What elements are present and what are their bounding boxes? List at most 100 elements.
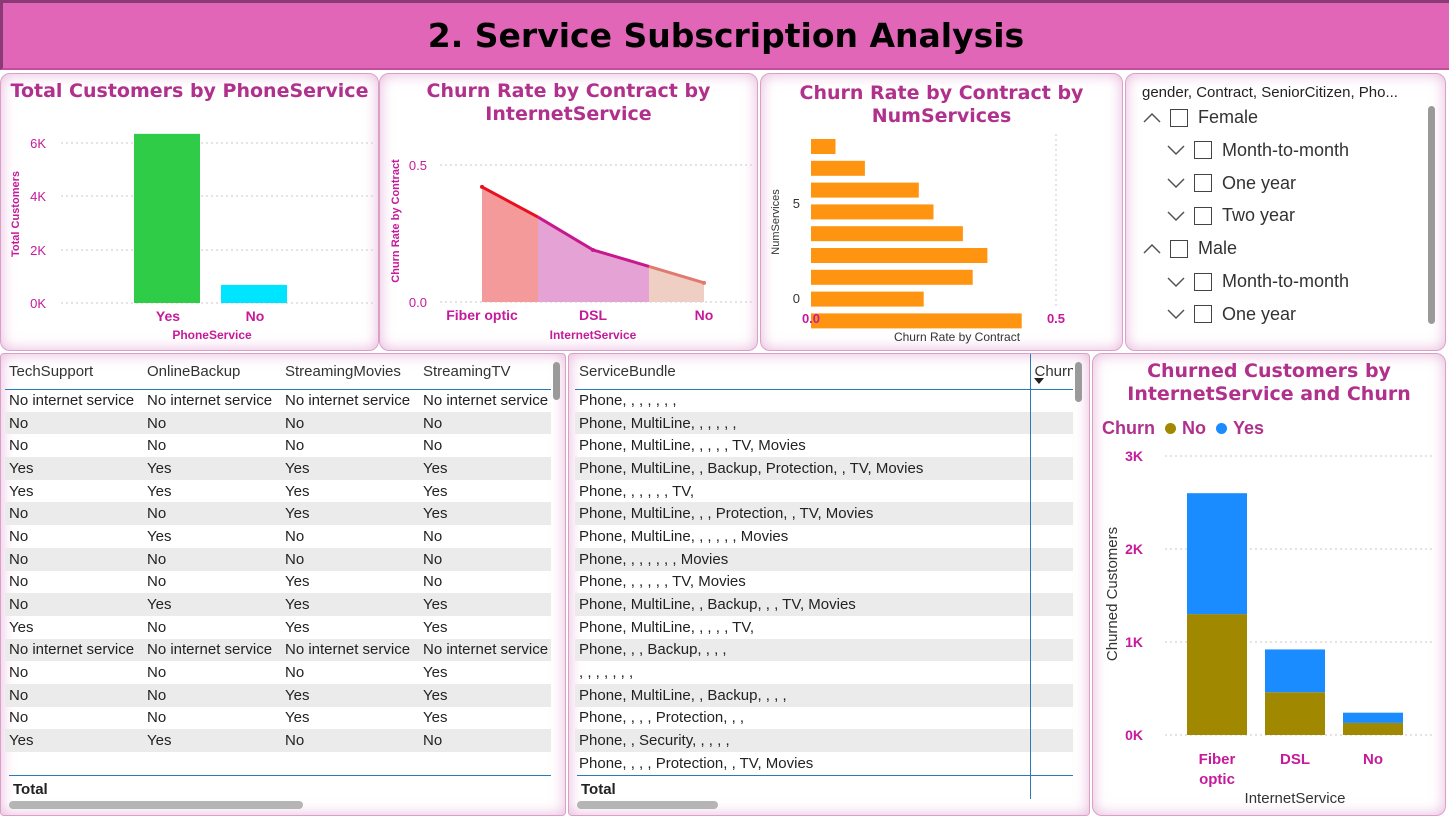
table-row[interactable]: Phone, MultiLine, , Backup, , , , [575, 683, 1073, 707]
stacked-bar-yes[interactable] [1187, 493, 1247, 615]
bundle-table-vscroll[interactable] [1075, 362, 1082, 402]
table-cell: Yes [419, 593, 551, 616]
table-row[interactable]: Phone, , , , , , , Movies [575, 547, 1073, 571]
table-row[interactable]: No Yes No No [5, 525, 551, 548]
table-row[interactable]: No No No Yes [5, 661, 551, 684]
column-header[interactable]: ServiceBundle [575, 354, 1030, 389]
chevron-down-icon[interactable] [1164, 140, 1188, 160]
column-header[interactable]: OnlineBackup [143, 354, 281, 389]
numservices-bar[interactable] [811, 139, 836, 154]
stacked-bar-yes[interactable] [1343, 712, 1403, 723]
table-row[interactable]: No No No No [5, 411, 551, 435]
slicer-item[interactable]: One year [1164, 304, 1296, 325]
column-header[interactable]: StreamingTV [419, 354, 551, 389]
slicer-item[interactable]: One year [1164, 173, 1296, 194]
table-row[interactable]: No No No No [5, 547, 551, 571]
numservices-chart-card[interactable]: Churn Rate by Contract by NumServices 5 … [760, 73, 1123, 351]
table-cell: Yes [5, 457, 143, 480]
table-row[interactable]: No No Yes Yes [5, 502, 551, 526]
table-row[interactable]: Yes No Yes Yes [5, 616, 551, 639]
slicer-item[interactable]: Month-to-month [1164, 140, 1349, 161]
chevron-down-icon[interactable] [1164, 272, 1188, 292]
table-cell: Yes [419, 502, 551, 526]
table-row[interactable]: , , , , , , , [575, 661, 1073, 684]
table-row[interactable]: Yes Yes Yes Yes [5, 480, 551, 503]
support-table-card[interactable]: TechSupport OnlineBackup StreamingMovies… [0, 353, 566, 816]
slicer-checkbox[interactable] [1170, 239, 1188, 258]
column-header[interactable]: StreamingMovies [281, 354, 419, 389]
phone-service-chart-card[interactable]: Total Customers by PhoneService 6K 4K 2K… [0, 73, 379, 351]
table-row[interactable]: Phone, , , , , , TV, [575, 480, 1073, 503]
table-row[interactable]: No internet service No internet service No… [5, 638, 551, 662]
table-row[interactable]: No No Yes No [5, 571, 551, 594]
slicer-checkbox[interactable] [1194, 141, 1212, 160]
chevron-down-icon[interactable] [1164, 173, 1188, 193]
slicer-item[interactable]: Male [1140, 238, 1237, 259]
table-row[interactable]: Yes Yes No No [5, 729, 551, 752]
table-row[interactable]: Phone, , , Backup, , , , [575, 638, 1073, 662]
chevron-up-icon[interactable] [1140, 239, 1164, 259]
column-header[interactable]: Churn [1029, 354, 1073, 389]
slicer-item[interactable]: Female [1140, 107, 1258, 128]
numservices-bar[interactable] [811, 204, 934, 220]
table-cell: No [143, 502, 281, 526]
table-row[interactable]: Phone, , , , Protection, , TV, Movies [575, 752, 1073, 775]
table-row[interactable]: Phone, MultiLine, , , , , , [575, 411, 1073, 435]
bundle-table-hscroll[interactable] [577, 801, 718, 809]
column-header[interactable]: TechSupport [5, 354, 143, 389]
stacked-bar-no[interactable] [1265, 692, 1325, 735]
table-row[interactable]: Phone, MultiLine, , Backup, Protection, … [575, 457, 1073, 480]
table-row[interactable]: No No Yes Yes [5, 683, 551, 707]
slicer-item[interactable]: Month-to-month [1164, 271, 1349, 292]
table-row[interactable]: Phone, MultiLine, , , , , TV, [575, 616, 1073, 639]
slicer-checkbox[interactable] [1194, 206, 1212, 225]
numservices-bar[interactable] [811, 160, 865, 176]
numservices-bar[interactable] [811, 248, 988, 263]
numservices-bar[interactable] [811, 291, 924, 307]
table-row[interactable]: Phone, MultiLine, , , Protection, , TV, … [575, 502, 1073, 526]
slicer-item[interactable]: Two year [1164, 205, 1295, 226]
slicer-checkbox[interactable] [1170, 108, 1188, 127]
churn-cell [1030, 547, 1073, 571]
filter-slicer[interactable]: gender, Contract, SeniorCitizen, Pho... … [1125, 73, 1446, 351]
bundle-table-card[interactable]: ServiceBundle Churn Phone, , , , , , , Ph… [568, 353, 1090, 816]
chevron-down-icon[interactable] [1164, 304, 1188, 324]
table-row[interactable]: Phone, , Security, , , , , [575, 729, 1073, 752]
data-point[interactable] [591, 247, 595, 252]
table-row[interactable]: No Yes Yes Yes [5, 593, 551, 616]
table-row[interactable]: Phone, , , , Protection, , , [575, 707, 1073, 730]
numservices-bar[interactable] [811, 269, 973, 285]
slicer-checkbox[interactable] [1194, 174, 1212, 193]
table-row[interactable]: Phone, MultiLine, , Backup, , , TV, Movi… [575, 593, 1073, 616]
internet-churn-chart-card[interactable]: Churn Rate by Contract by InternetServic… [379, 73, 758, 351]
numservices-bar[interactable] [811, 313, 1022, 329]
table-row[interactable]: Phone, , , , , , TV, Movies [575, 571, 1073, 594]
numservices-bar[interactable] [811, 226, 963, 242]
slicer-checkbox[interactable] [1194, 272, 1212, 291]
data-point[interactable] [480, 184, 484, 189]
slicer-scrollbar[interactable] [1428, 106, 1435, 324]
data-point[interactable] [702, 280, 706, 285]
numservices-bar[interactable] [811, 182, 919, 198]
phone-bar-yes[interactable] [134, 133, 200, 303]
slicer-checkbox[interactable] [1194, 305, 1212, 324]
chevron-down-icon[interactable] [1164, 206, 1188, 226]
support-table-hscroll[interactable] [9, 801, 303, 809]
chevron-up-icon[interactable] [1140, 108, 1164, 128]
table-row[interactable]: Yes Yes Yes Yes [5, 457, 551, 480]
stacked-bar-no[interactable] [1343, 722, 1403, 735]
churned-customers-chart-card[interactable]: Churned Customers by InternetService and… [1092, 353, 1446, 816]
table-row[interactable]: No No No No [5, 434, 551, 457]
support-table-vscroll[interactable] [553, 362, 560, 400]
table-row[interactable]: No internet service No internet service No… [5, 389, 551, 412]
phone-bar-no[interactable] [221, 284, 287, 303]
table-row[interactable]: Phone, , , , , , , [575, 389, 1073, 412]
sort-desc-icon[interactable] [1033, 378, 1044, 384]
table-row[interactable]: Phone, MultiLine, , , , , TV, Movies [575, 434, 1073, 457]
stacked-bar-no[interactable] [1187, 614, 1247, 735]
stacked-bar-yes[interactable] [1265, 649, 1325, 693]
churn-cell [1030, 752, 1073, 775]
table-row[interactable]: No No Yes Yes [5, 707, 551, 730]
table-row[interactable]: Phone, MultiLine, , , , , , Movies [575, 525, 1073, 548]
numservices-x-axis-title: Churn Rate by Contract [894, 330, 1021, 344]
